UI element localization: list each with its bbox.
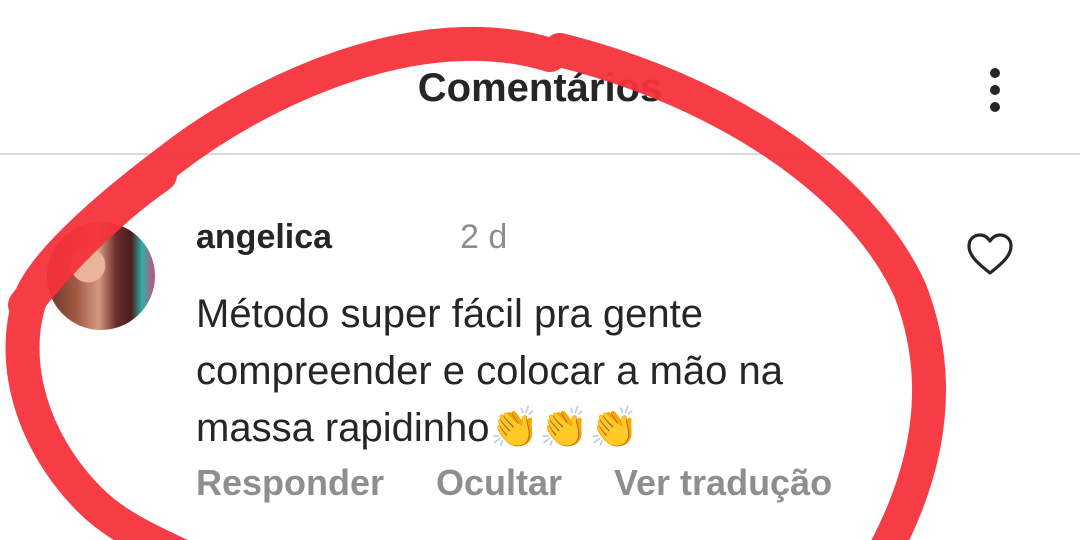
comments-header: Comentários xyxy=(0,0,1080,155)
hide-button[interactable]: Ocultar xyxy=(436,462,562,504)
reply-button[interactable]: Responder xyxy=(196,462,384,504)
heart-icon[interactable] xyxy=(966,232,1014,276)
translate-button[interactable]: Ver tradução xyxy=(614,462,832,504)
comment-text: Método super fácil pra gente compreender… xyxy=(196,292,783,450)
page-title: Comentários xyxy=(417,66,663,110)
more-options-icon[interactable] xyxy=(975,62,1015,118)
avatar[interactable] xyxy=(47,222,155,330)
comment-timestamp: 2 d xyxy=(460,218,508,256)
comment-username[interactable]: angelica xyxy=(196,218,332,257)
